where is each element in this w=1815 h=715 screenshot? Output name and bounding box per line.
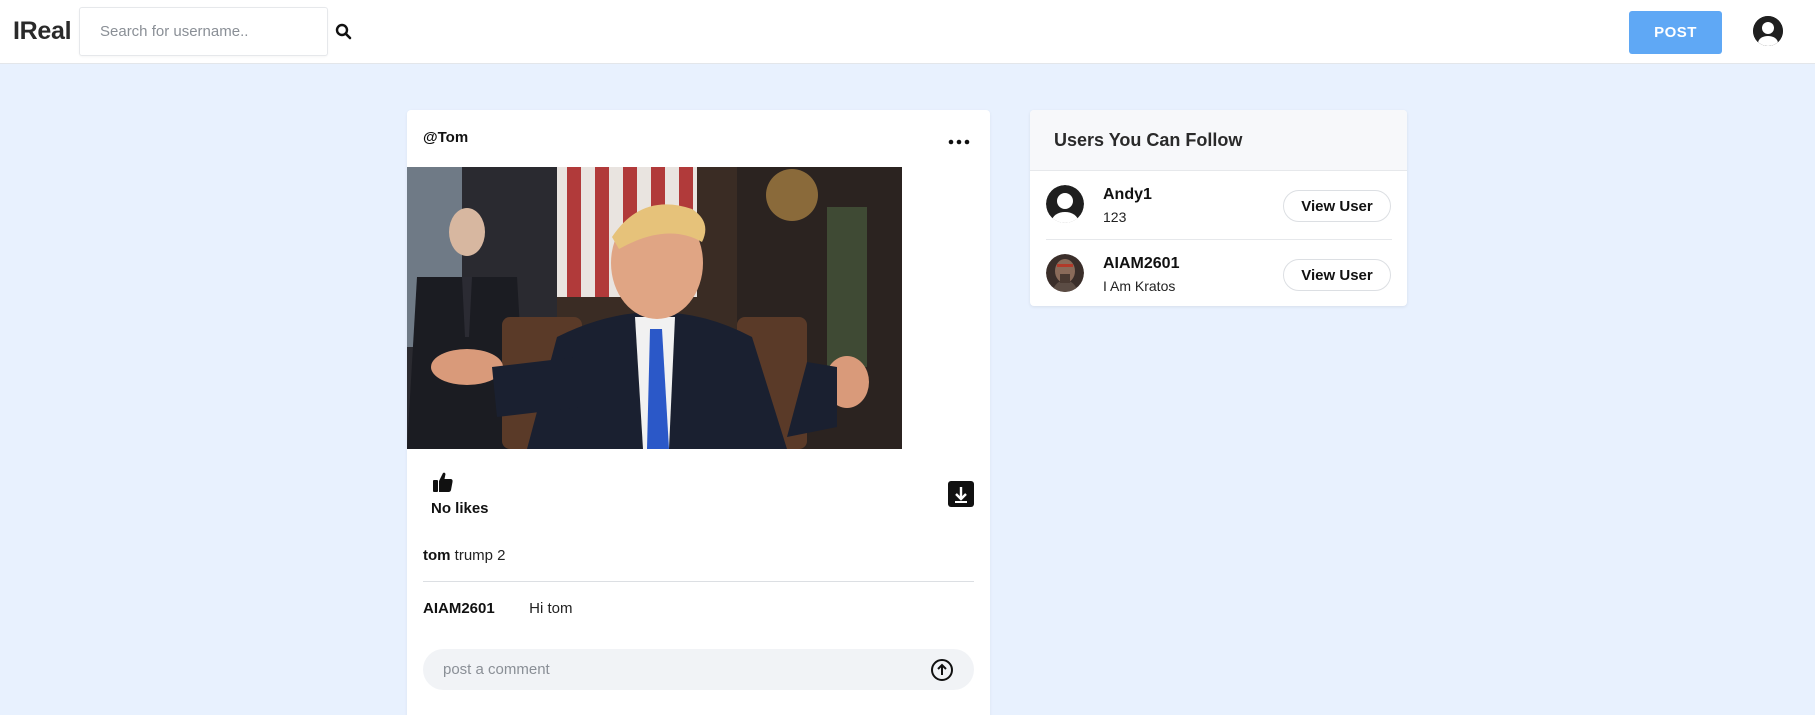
users-to-follow-card: Users You Can Follow Andy1 123 View User… xyxy=(1030,110,1407,306)
comment-item: AIAM2601 Hi tom xyxy=(423,600,573,617)
comment-username[interactable]: AIAM2601 xyxy=(423,600,525,617)
download-icon[interactable] xyxy=(948,481,974,507)
divider xyxy=(423,581,974,582)
comment-text: Hi tom xyxy=(529,600,573,617)
search-input[interactable] xyxy=(79,7,328,56)
card-header: Users You Can Follow xyxy=(1030,110,1407,171)
app-logo[interactable]: IReal xyxy=(13,17,72,46)
view-user-button[interactable]: View User xyxy=(1283,190,1391,222)
profile-avatar-icon[interactable] xyxy=(1753,16,1783,46)
user-bio: 123 xyxy=(1103,209,1127,225)
user-bio: I Am Kratos xyxy=(1103,278,1176,294)
likes-count: No likes xyxy=(431,500,489,517)
user-suggestion-row: Andy1 123 View User xyxy=(1046,171,1392,239)
user-suggestion-row: AIAM2601 I Am Kratos View User xyxy=(1046,239,1392,306)
comment-input[interactable] xyxy=(423,649,923,690)
card-title: Users You Can Follow xyxy=(1054,130,1243,150)
default-avatar-icon[interactable] xyxy=(1046,185,1084,223)
thumbs-up-icon[interactable] xyxy=(432,471,454,493)
top-navbar: IReal POST xyxy=(0,0,1815,64)
caption-username[interactable]: tom xyxy=(423,547,451,564)
more-options-icon[interactable] xyxy=(947,134,971,145)
view-user-button[interactable]: View User xyxy=(1283,259,1391,291)
comment-box xyxy=(423,649,974,690)
post-caption: tom trump 2 xyxy=(423,547,506,564)
user-name[interactable]: AIAM2601 xyxy=(1103,255,1179,273)
caption-text: trump 2 xyxy=(454,547,506,564)
arrow-up-circle-icon[interactable] xyxy=(930,658,954,682)
post-card: @Tom No likes tom trump 2 AIAM2601 Hi to… xyxy=(407,110,990,715)
search-icon[interactable] xyxy=(334,22,354,42)
user-name[interactable]: Andy1 xyxy=(1103,186,1152,204)
post-button[interactable]: POST xyxy=(1629,11,1722,54)
user-avatar[interactable] xyxy=(1046,254,1084,292)
post-image xyxy=(407,167,902,449)
post-author[interactable]: @Tom xyxy=(423,129,468,146)
